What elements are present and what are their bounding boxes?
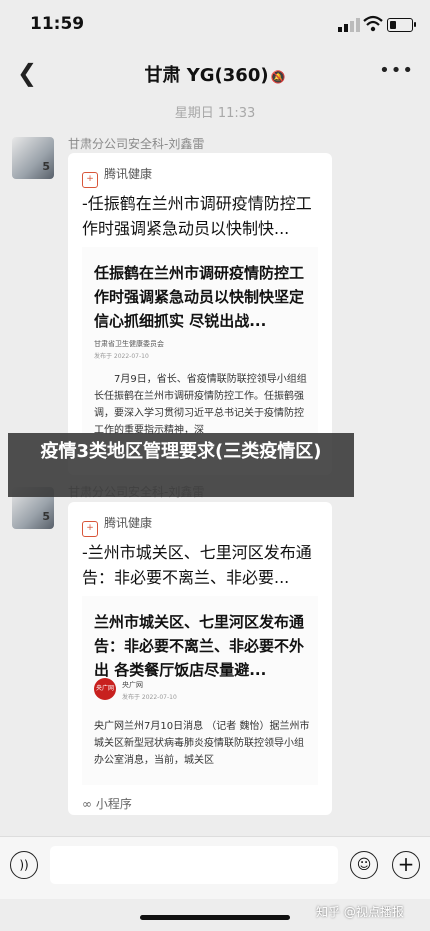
- emoji-icon[interactable]: ☺: [350, 851, 378, 879]
- article-body: 央广网兰州7月10日消息 （记者 魏怡）据兰州市城关区新型冠状病毒肺炎疫情联防联…: [94, 721, 310, 766]
- mini-program-label: 小程序: [95, 797, 132, 811]
- article-date: 发布于 2022-07-10: [94, 353, 149, 360]
- watermark: 知乎 @视点播报: [316, 905, 404, 919]
- article-org: 央广网: [122, 681, 143, 689]
- shared-article-card[interactable]: + 腾讯健康 -任振鹤在兰州市调研疫情防控工作时强调紧急动员以快制快... 任振鹤…: [68, 153, 332, 475]
- card-title: -兰州市城关区、七里河区发布通告：非必要不离兰、非必要...: [82, 543, 312, 587]
- card-source: + 腾讯健康: [82, 514, 152, 537]
- message-timestamp: 星期日 11:33: [174, 106, 256, 121]
- article-title: 兰州市城关区、七里河区发布通告：非必要不离兰、非必要不外出 各类餐厅饭店尽量避.…: [94, 613, 305, 679]
- article-preview: 兰州市城关区、七里河区发布通告：非必要不离兰、非必要不外出 各类餐厅饭店尽量避.…: [82, 596, 318, 785]
- voice-icon[interactable]: )): [10, 851, 38, 879]
- message-input[interactable]: [50, 846, 338, 884]
- mini-program-footer: ∞ 小程序: [82, 795, 132, 812]
- plus-icon[interactable]: +: [392, 851, 420, 879]
- input-bar: )) ☺ +: [0, 836, 430, 899]
- link-icon: ∞: [82, 797, 96, 811]
- wifi-icon: [363, 15, 383, 32]
- avatar[interactable]: 5: [12, 137, 54, 179]
- bell-slash-icon: 🔕: [270, 70, 286, 84]
- article-body: 7月9日，省长、省疫情联防联控领导小组组长任振鹤在兰州市调研疫情防控工作。任振鹤…: [94, 374, 307, 436]
- shared-article-card[interactable]: + 腾讯健康 -兰州市城关区、七里河区发布通告：非必要不离兰、非必要... 兰州市…: [68, 502, 332, 815]
- status-bar: 11:59: [0, 0, 430, 48]
- card-source: + 腾讯健康: [82, 165, 152, 188]
- chat-title: 甘肃 YG(360) 🔕: [0, 61, 430, 87]
- status-time: 11:59: [30, 14, 85, 34]
- card-title: -任振鹤在兰州市调研疫情防控工作时强调紧急动员以快制快...: [82, 194, 312, 238]
- chat-title-text: 甘肃 YG(360): [144, 65, 269, 86]
- cnr-logo: 央广网: [94, 678, 116, 700]
- chat-header: ❮ 甘肃 YG(360) 🔕 •••: [0, 48, 430, 98]
- tencent-health-icon: +: [82, 521, 98, 537]
- home-indicator: [140, 915, 290, 920]
- article-org: 甘肃省卫生健康委员会: [94, 340, 164, 348]
- battery-icon: [387, 18, 413, 32]
- sender-name: 甘肃分公司安全科-刘鑫雷: [68, 137, 205, 151]
- card-source-label: 腾讯健康: [104, 167, 153, 181]
- card-source-label: 腾讯健康: [104, 516, 153, 530]
- battery-tip: [414, 22, 416, 27]
- tencent-health-icon: +: [82, 172, 98, 188]
- signal-icon: [338, 18, 360, 32]
- more-dots-icon[interactable]: •••: [379, 60, 414, 81]
- article-title: 任振鹤在兰州市调研疫情防控工作时强调紧急动员以快制快坚定信心抓细抓实 尽锐出战.…: [94, 264, 305, 330]
- overlay-banner: 疫情3类地区管理要求(三类疫情区): [8, 433, 354, 497]
- article-date: 发布于 2022-07-10: [122, 694, 177, 701]
